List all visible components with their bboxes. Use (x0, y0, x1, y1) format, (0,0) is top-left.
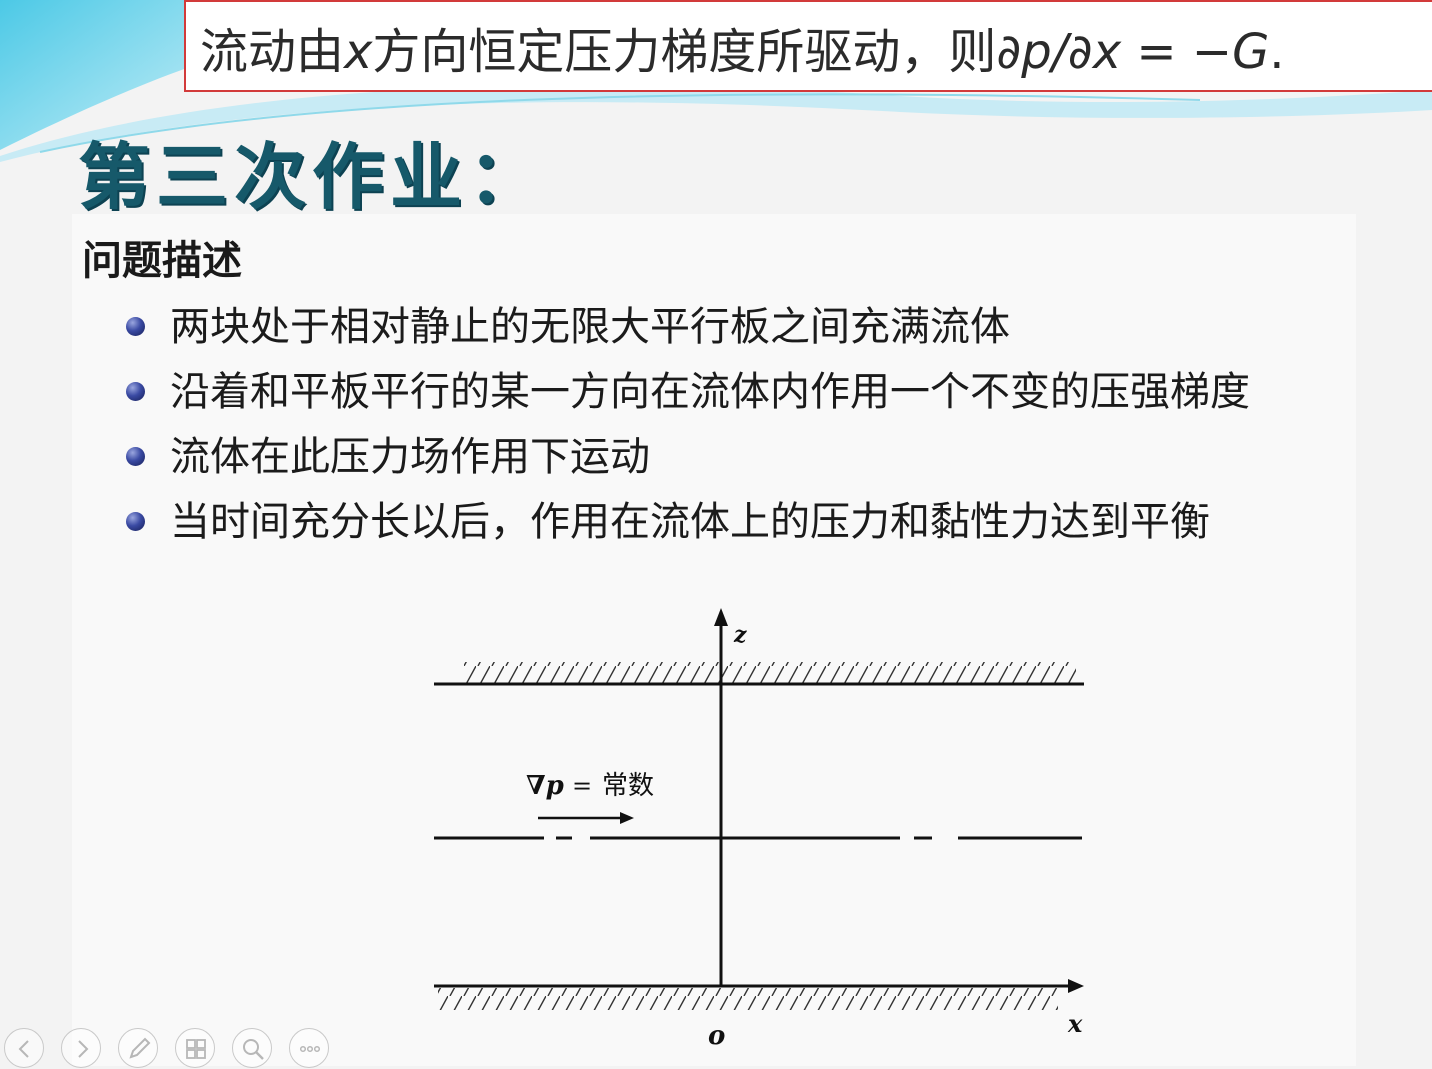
bullet-text: 当时间充分长以后，作用在流体上的压力和黏性力达到平衡 (170, 499, 1210, 545)
previous-slide-button[interactable] (4, 1028, 44, 1068)
formula-middle: 方向恒定压力梯度所驱动，则 (372, 24, 997, 80)
pen-tool-button[interactable] (118, 1028, 158, 1068)
x-axis-arrowhead (1068, 979, 1084, 993)
bullet-icon (126, 447, 145, 466)
pen-icon (129, 1037, 151, 1059)
top-plate-hatching (464, 662, 1076, 684)
bullet-text: 流体在此压力场作用下运动 (170, 434, 650, 480)
formula-end: . (1269, 24, 1285, 80)
slide-title: 第三次作业： (78, 135, 547, 219)
gradient-arrowhead (620, 812, 634, 824)
z-axis-label: z (733, 622, 747, 648)
previous-icon (18, 1040, 29, 1058)
gradient-equals: = (572, 772, 592, 800)
gradient-value: 常数 (602, 771, 654, 801)
formula-text: 流动由x方向恒定压力梯度所驱动，则∂p/∂x = −G. (200, 12, 1285, 82)
bullet-text: 两块处于相对静止的无限大平行板之间充满流体 (170, 304, 1010, 350)
formula-derivative: ∂p/∂x (996, 24, 1122, 80)
next-icon (78, 1040, 89, 1058)
x-axis-label: x (1067, 1009, 1083, 1038)
channel-flow-diagram: ∇p = 常数 z x o (434, 608, 1084, 1051)
bullet-icon (126, 512, 145, 531)
bullet-icon (126, 317, 145, 336)
gradient-symbol: ∇p (526, 771, 564, 801)
z-axis-arrowhead (714, 608, 728, 626)
formula-var-g: G (1232, 24, 1270, 80)
formula-var-x: x (344, 24, 373, 80)
zoom-button[interactable] (232, 1028, 272, 1068)
origin-label: o (708, 1021, 725, 1051)
bullet-text: 沿着和平板平行的某一方向在流体内作用一个不变的压强梯度 (170, 369, 1250, 415)
formula-banner: 流动由x方向恒定压力梯度所驱动，则∂p/∂x = −G. (184, 0, 1432, 92)
formula-prefix: 流动由 (200, 24, 345, 80)
slides-icon (186, 1039, 206, 1059)
zoom-icon (243, 1039, 264, 1060)
next-slide-button[interactable] (61, 1028, 101, 1068)
more-options-button[interactable] (289, 1028, 329, 1068)
bullet-icon (126, 382, 145, 401)
bottom-plate-hatching (438, 988, 1058, 1010)
more-icon (299, 1045, 321, 1053)
section-heading: 问题描述 (82, 238, 242, 284)
slide-sorter-button[interactable] (175, 1028, 215, 1068)
formula-equals: = − (1121, 24, 1233, 80)
